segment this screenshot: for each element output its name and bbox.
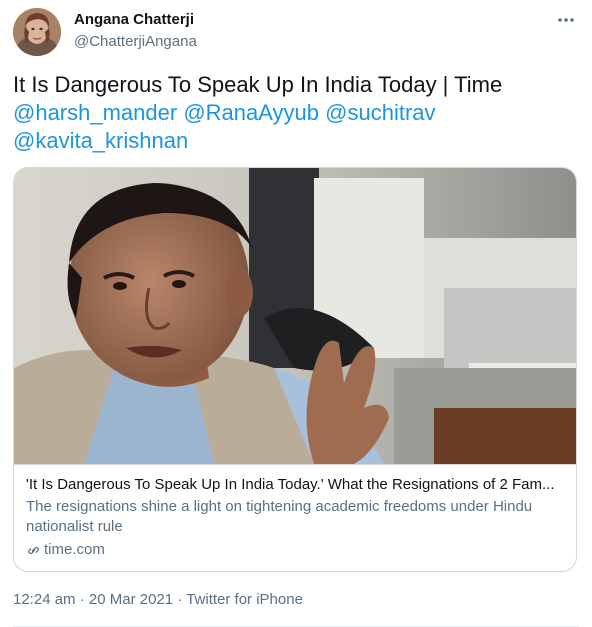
author-name[interactable]: Angana Chatterji — [74, 11, 194, 28]
link-card[interactable]: 'It Is Dangerous To Speak Up In India To… — [13, 167, 577, 572]
meta-separator: · — [177, 591, 183, 608]
more-horizontal-icon — [558, 18, 574, 22]
mention-link[interactable]: @kavita_krishnan — [13, 128, 188, 153]
card-title[interactable]: 'It Is Dangerous To Speak Up In India To… — [26, 475, 564, 495]
more-options-button[interactable] — [554, 8, 578, 32]
meta-separator: · — [79, 591, 85, 608]
card-domain-row: time.com — [26, 540, 564, 560]
mention-link[interactable]: @suchitrav — [325, 100, 435, 125]
link-icon — [28, 546, 39, 554]
card-domain: time.com — [44, 541, 105, 558]
mention-link[interactable]: @RanaAyyub — [183, 100, 319, 125]
tweet: Angana Chatterji @ChatterjiAngana It Is … — [0, 0, 592, 627]
card-description: The resignations shine a light on tighte… — [26, 498, 533, 535]
tweet-time[interactable]: 12:24 am — [13, 591, 76, 608]
tweet-meta: 12:24 am · 20 Mar 2021 · Twitter for iPh… — [13, 591, 303, 608]
avatar[interactable] — [13, 8, 61, 56]
author-handle[interactable]: @ChatterjiAngana — [74, 33, 197, 50]
tweet-date[interactable]: 20 Mar 2021 — [89, 591, 173, 608]
card-image[interactable] — [14, 168, 576, 464]
card-body[interactable]: 'It Is Dangerous To Speak Up In India To… — [14, 464, 576, 560]
tweet-text: It Is Dangerous To Speak Up In India Tod… — [13, 71, 573, 155]
tweet-source[interactable]: Twitter for iPhone — [186, 591, 303, 608]
tweet-text-line: It Is Dangerous To Speak Up In India Tod… — [13, 72, 503, 97]
mention-link[interactable]: @harsh_mander — [13, 100, 177, 125]
